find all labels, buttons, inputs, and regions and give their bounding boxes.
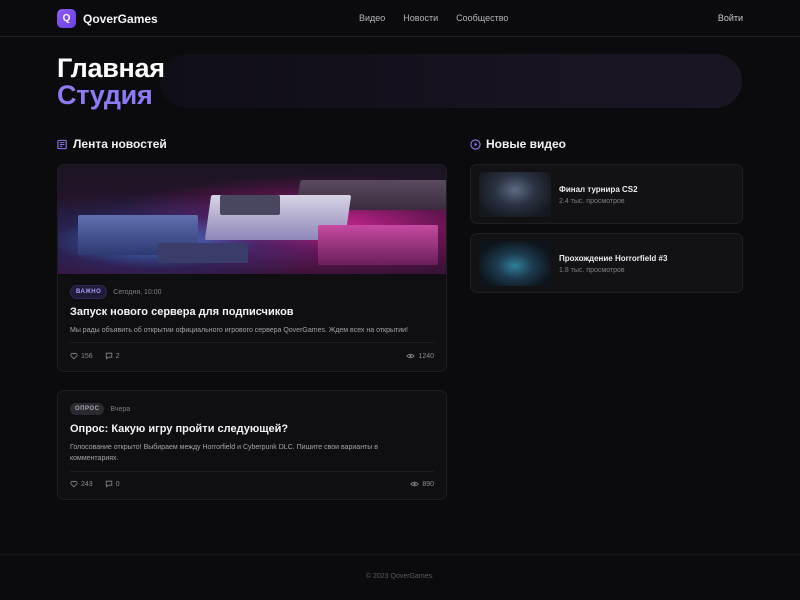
login-link[interactable]: Войти — [718, 13, 743, 23]
like-count: 243 — [81, 480, 93, 488]
heart-icon — [70, 352, 78, 360]
comment-button[interactable]: 2 — [105, 352, 120, 360]
comment-icon — [105, 480, 112, 488]
view-count-group: 1240 — [406, 352, 434, 360]
nav-item-community[interactable]: Сообщество — [456, 13, 508, 23]
news-time: Сегодня, 10:00 — [113, 288, 162, 296]
video-thumbnail[interactable] — [479, 172, 551, 217]
video-title[interactable]: Финал турнира CS2 — [559, 185, 638, 194]
video-title[interactable]: Прохождение Horrorfield #3 — [559, 254, 667, 263]
comment-button[interactable]: 0 — [105, 480, 120, 488]
video-thumbnail[interactable] — [479, 241, 551, 286]
news-text: Мы рады объявить об открытии официальног… — [70, 327, 408, 334]
top-header: Q QoverGames Видео Новости Сообщество Во… — [0, 0, 800, 37]
news-section-title: Лента новостей — [73, 137, 167, 151]
divider — [70, 342, 434, 343]
comment-icon — [105, 352, 112, 360]
view-count: 1240 — [418, 352, 434, 360]
videos-section-header: Новые видео — [470, 137, 566, 151]
footer-copyright: © 2023 QoverGames. — [365, 573, 435, 580]
news-title[interactable]: Опрос: Какую игру пройти следующей? — [70, 423, 434, 435]
brand-logo[interactable]: Q QoverGames — [57, 9, 158, 28]
news-stats: 156 2 1240 — [70, 352, 434, 360]
nav-item-news[interactable]: Новости — [403, 13, 438, 23]
comment-count: 0 — [115, 480, 120, 488]
page-subtitle: Студия — [57, 80, 153, 110]
nav-item-videos[interactable]: Видео — [359, 13, 385, 23]
play-circle-icon — [470, 138, 481, 150]
news-text-line: комментариях. — [70, 455, 119, 462]
status-badge: ВАЖНО — [70, 285, 108, 299]
news-card[interactable]: ОПРОС Вчера Опрос: Какую игру пройти сле… — [57, 390, 447, 500]
view-count: 890 — [422, 480, 434, 488]
news-title[interactable]: Запуск нового сервера для подписчиков — [70, 306, 434, 318]
news-thumbnail — [58, 165, 446, 274]
video-views: 1.8 тыс. просмотров — [559, 267, 625, 274]
video-card[interactable]: Финал турнира CS2 2.4 тыс. просмотров — [470, 164, 743, 224]
news-time: Вчера — [110, 405, 131, 413]
page-title: Главная — [57, 53, 165, 83]
news-card-meta: ОПРОС Вчера — [70, 403, 434, 415]
brand-name: QoverGames — [83, 11, 158, 26]
hero-banner — [160, 54, 742, 108]
comment-count: 2 — [115, 352, 120, 360]
news-text: Голосование открыто! Выбираем между Horr… — [70, 442, 434, 464]
video-views: 2.4 тыс. просмотров — [559, 198, 625, 205]
like-count: 156 — [81, 352, 93, 360]
status-badge: ОПРОС — [70, 403, 105, 415]
view-count-group: 890 — [410, 480, 434, 488]
news-card-meta: ВАЖНО Сегодня, 10:00 — [70, 285, 434, 299]
logo-mark-icon: Q — [57, 9, 76, 28]
like-button[interactable]: 156 — [70, 352, 93, 360]
footer-divider — [0, 554, 800, 555]
eye-icon — [410, 481, 420, 487]
eye-icon — [406, 353, 416, 359]
main-nav: Видео Новости Сообщество — [359, 13, 508, 23]
divider — [70, 471, 434, 472]
news-card[interactable]: ВАЖНО Сегодня, 10:00 Запуск нового серве… — [57, 164, 447, 372]
video-card[interactable]: Прохождение Horrorfield #3 1.8 тыс. прос… — [470, 233, 743, 293]
videos-section-title: Новые видео — [486, 137, 567, 151]
news-feed-icon — [57, 139, 67, 149]
news-text-line: Голосование открыто! Выбираем между Horr… — [70, 444, 378, 451]
heart-icon — [70, 480, 78, 488]
news-section-header: Лента новостей — [57, 137, 167, 151]
news-stats: 243 0 890 — [70, 480, 434, 488]
like-button[interactable]: 243 — [70, 480, 93, 488]
